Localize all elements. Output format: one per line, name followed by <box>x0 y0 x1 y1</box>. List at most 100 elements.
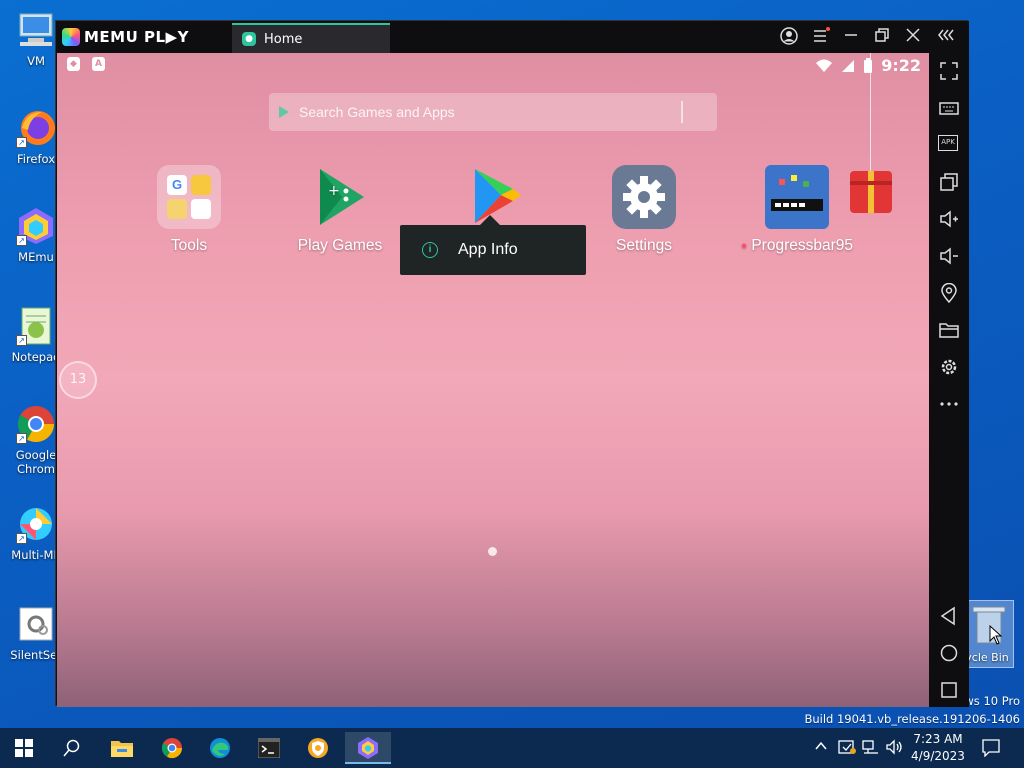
new-app-dot: ● <box>740 240 748 252</box>
desktop-icon-label: Notepad <box>11 350 61 364</box>
android-clock: 9:22 <box>881 56 921 75</box>
vpn-shield-icon[interactable] <box>298 732 338 764</box>
tab-home[interactable]: ● Home <box>232 23 390 53</box>
memu-sidebar: APK <box>929 53 969 707</box>
file-explorer-icon[interactable] <box>102 732 142 764</box>
taskbar-clock[interactable]: 7:23 AM 4/9/2023 <box>906 731 970 765</box>
home-icon[interactable] <box>938 643 960 665</box>
menu-icon[interactable] <box>811 27 831 47</box>
a-notification-icon: A <box>92 57 105 71</box>
floating-ball[interactable]: 13 <box>59 361 97 399</box>
app-settings[interactable]: Settings <box>579 165 709 255</box>
app-label: Progressbar95 <box>751 237 854 254</box>
memu-logo: MEMU PL▶Y <box>62 27 189 47</box>
tools-folder-icon: G <box>157 165 221 229</box>
app-label: Settings <box>615 237 672 254</box>
fullscreen-icon[interactable] <box>938 61 960 83</box>
close-icon[interactable] <box>903 27 923 47</box>
account-icon[interactable] <box>779 27 799 47</box>
volume-icon[interactable] <box>886 739 904 759</box>
gift-icon[interactable] <box>850 171 892 213</box>
search-icon[interactable] <box>52 732 92 764</box>
chrome-icon: ↗ <box>16 404 56 444</box>
network-icon[interactable] <box>862 739 880 759</box>
restore-icon[interactable] <box>872 27 892 47</box>
page-indicator-dot <box>488 547 497 556</box>
windows-taskbar: 7:23 AM 4/9/2023 <box>0 728 1024 768</box>
chrome-taskbar-icon[interactable] <box>152 732 192 764</box>
desktop-icon-label: Google Chrom <box>15 448 57 476</box>
memu-icon: ↗ <box>16 206 56 246</box>
settings-app-icon <box>612 165 676 229</box>
memu-titlebar: MEMU PL▶Y ● Home <box>56 21 969 53</box>
monitor-icon <box>16 10 56 50</box>
recents-icon[interactable] <box>938 680 960 702</box>
keyboard-icon[interactable] <box>938 98 960 120</box>
wifi-icon <box>816 59 833 72</box>
notepad-icon: ↗ <box>16 306 56 346</box>
android-screen[interactable]: ◆ A 9:22 G Tools <box>57 53 929 707</box>
battery-icon <box>864 57 873 73</box>
memu-logo-text: MEMU PL▶Y <box>84 28 189 46</box>
apk-icon[interactable]: APK <box>938 135 960 157</box>
app-label: Tools <box>170 237 208 254</box>
notes-icon <box>167 199 187 219</box>
apk-label: APK <box>938 135 958 151</box>
signal-icon <box>842 59 855 72</box>
app-play-games[interactable]: + Play Games <box>275 165 405 255</box>
memu-taskbar-icon[interactable] <box>345 732 391 764</box>
windows-logo-icon <box>15 739 33 757</box>
app-progressbar95[interactable]: ● Progressbar95 <box>732 165 862 255</box>
security-tray-icon[interactable] <box>838 739 856 759</box>
windows-build-watermark: Build 19041.vb_release.191206-1406 <box>804 712 1020 726</box>
tab-home-label: Home <box>264 31 303 47</box>
popup-caret <box>480 215 500 225</box>
desktop-icon-label: Multi-ME <box>11 548 61 562</box>
desktop-icon-label: SilentSet <box>10 648 62 662</box>
settings-icon[interactable] <box>938 357 960 379</box>
multi-memu-icon: ↗ <box>16 504 56 544</box>
start-button[interactable] <box>4 732 44 764</box>
memu-window: MEMU PL▶Y ● Home ◆ A 9:22 Search Games a… <box>55 20 969 707</box>
recycle-bin-label: ycle Bin <box>965 651 1009 664</box>
progressbar95-icon <box>765 165 829 229</box>
firefox-icon: ↗ <box>16 108 56 148</box>
more-icon[interactable] <box>938 394 960 416</box>
volume-down-icon[interactable] <box>938 246 960 268</box>
google-icon: G <box>167 175 187 195</box>
desktop-icon-label: Firefox <box>16 152 56 166</box>
collapse-sidebar-icon[interactable] <box>937 27 957 47</box>
android-statusbar: ◆ A 9:22 <box>57 53 929 77</box>
memu-logo-icon <box>62 28 80 46</box>
play-store-search-icon <box>279 106 289 118</box>
back-icon[interactable] <box>938 606 960 628</box>
mouse-cursor-icon <box>989 625 1003 645</box>
app-info-menu[interactable]: i App Info <box>400 215 586 275</box>
search-bar[interactable] <box>269 93 717 131</box>
desktop-icon-label: VM <box>27 54 45 68</box>
silentset-icon <box>16 604 56 644</box>
search-input[interactable] <box>299 104 669 120</box>
multi-window-icon[interactable] <box>938 172 960 194</box>
play-games-icon: + <box>308 165 372 229</box>
clock-date: 4/9/2023 <box>911 749 965 763</box>
shield-notification-icon: ◆ <box>67 57 80 71</box>
notifications-icon[interactable] <box>982 739 1000 761</box>
bulb-icon <box>191 175 211 195</box>
minimize-icon[interactable] <box>841 27 861 47</box>
search-divider <box>681 101 683 123</box>
edge-icon[interactable] <box>200 732 240 764</box>
windows-edition-watermark: ws 10 Pro <box>964 694 1020 708</box>
home-tab-icon: ● <box>242 32 256 46</box>
svg-text:+: + <box>328 183 340 199</box>
app-tools[interactable]: G Tools <box>124 165 254 255</box>
clock-time: 7:23 AM <box>913 732 963 746</box>
show-hidden-icons-chevron-icon[interactable] <box>814 739 828 757</box>
folder-icon[interactable] <box>938 320 960 342</box>
terminal-icon[interactable] <box>249 732 289 764</box>
desktop-icon-label: MEmu <box>18 250 54 264</box>
location-icon[interactable] <box>938 282 960 305</box>
volume-up-icon[interactable] <box>938 209 960 231</box>
app-info-label: App Info <box>458 241 518 258</box>
gift-string <box>870 53 871 171</box>
